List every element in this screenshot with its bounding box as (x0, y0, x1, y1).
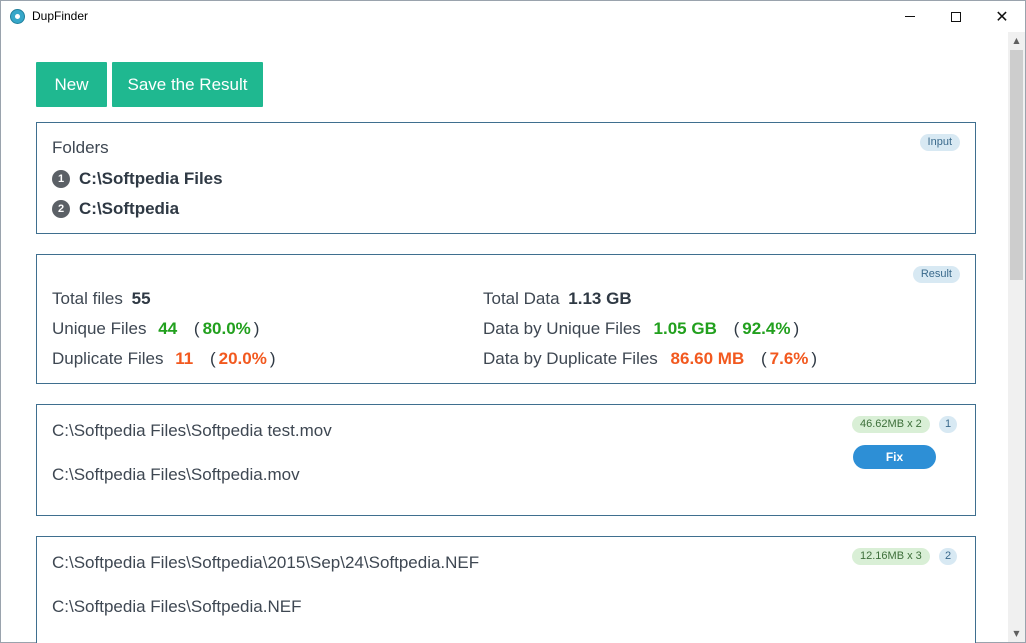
paren-open: ( (209, 349, 216, 368)
unique-data-value: 1.05 GB (653, 319, 717, 338)
size-badge: 46.62MB x 2 (852, 416, 930, 433)
folder-path: C:\Softpedia Files (79, 169, 223, 188)
folder-number-badge: 2 (52, 200, 70, 218)
paren-close: ) (269, 349, 276, 368)
vertical-scrollbar[interactable]: ▲ ▼ (1008, 32, 1025, 642)
app-logo-icon (10, 9, 25, 24)
group-count-badge: 1 (939, 416, 958, 433)
minimize-button[interactable] (887, 1, 933, 32)
folders-heading: Folders (52, 138, 109, 157)
duplicate-file-path[interactable]: C:\Softpedia Files\Softpedia test.mov (52, 421, 332, 441)
fix-button[interactable]: Fix (853, 445, 936, 469)
title-bar[interactable]: DupFinder ✕ (1, 1, 1025, 32)
duplicate-files-label: Duplicate Files (52, 349, 164, 368)
scroll-down-arrow-icon[interactable]: ▼ (1008, 625, 1025, 642)
duplicate-data-label: Data by Duplicate Files (483, 349, 658, 368)
folder-path: C:\Softpedia (79, 199, 180, 218)
duplicate-group: 46.62MB x 2 1 C:\Softpedia Files\Softped… (36, 404, 976, 516)
input-panel: Input Folders 1 C:\Softpedia Files 2 C:\… (36, 122, 976, 234)
total-files-stat: Total files 55 (52, 289, 151, 309)
unique-data-label: Data by Unique Files (483, 319, 641, 338)
duplicate-file-path[interactable]: C:\Softpedia Files\Softpedia.mov (52, 465, 300, 485)
result-tag-badge: Result (912, 266, 960, 283)
paren-close: ) (811, 349, 818, 368)
size-badge: 12.16MB x 3 (852, 548, 930, 565)
paren-open: ( (193, 319, 200, 338)
duplicate-file-path[interactable]: C:\Softpedia Files\Softpedia\2015\Sep\24… (52, 553, 479, 573)
minimize-icon (905, 16, 915, 17)
unique-files-value: 44 (158, 319, 178, 338)
total-data-label: Total Data (483, 289, 560, 308)
duplicate-files-value: 11 (175, 349, 194, 368)
paren-open: ( (760, 349, 767, 368)
total-files-value: 55 (131, 289, 151, 308)
maximize-icon (951, 11, 961, 22)
input-tag-badge: Input (919, 134, 960, 151)
scrollbar-thumb[interactable] (1010, 50, 1023, 280)
unique-data-stat: Data by Unique Files 1.05 GB (92.4%) (483, 319, 799, 339)
save-result-button[interactable]: Save the Result (112, 62, 263, 107)
duplicate-data-pct: 7.6% (769, 349, 809, 368)
close-icon: ✕ (995, 6, 1009, 26)
app-window: DupFinder ✕ New Save the Result Input Fo… (0, 0, 1026, 643)
group-count-badge: 2 (939, 548, 958, 565)
unique-files-label: Unique Files (52, 319, 147, 338)
maximize-button[interactable] (933, 1, 979, 32)
total-data-stat: Total Data 1.13 GB (483, 289, 632, 309)
duplicate-files-stat: Duplicate Files 11 (20.0%) (52, 349, 276, 369)
new-button[interactable]: New (36, 62, 107, 107)
duplicate-files-pct: 20.0% (218, 349, 267, 368)
close-button[interactable]: ✕ (979, 1, 1025, 32)
folder-item: 1 C:\Softpedia Files (52, 169, 223, 189)
folder-item: 2 C:\Softpedia (52, 199, 179, 219)
duplicate-data-value: 86.60 MB (670, 349, 745, 368)
unique-data-pct: 92.4% (742, 319, 791, 338)
folder-number-badge: 1 (52, 170, 70, 188)
paren-close: ) (253, 319, 260, 338)
duplicate-data-stat: Data by Duplicate Files 86.60 MB (7.6%) (483, 349, 817, 369)
total-data-value: 1.13 GB (568, 289, 632, 308)
paren-close: ) (793, 319, 800, 338)
window-title: DupFinder (32, 9, 89, 23)
unique-files-stat: Unique Files 44 (80.0%) (52, 319, 259, 339)
duplicate-file-path[interactable]: C:\Softpedia Files\Softpedia.NEF (52, 597, 301, 617)
unique-files-pct: 80.0% (202, 319, 251, 338)
scroll-up-arrow-icon[interactable]: ▲ (1008, 32, 1025, 49)
paren-open: ( (733, 319, 740, 338)
duplicate-group: 12.16MB x 3 2 C:\Softpedia Files\Softped… (36, 536, 976, 643)
result-panel: Result Total files 55 Unique Files 44 (8… (36, 254, 976, 384)
total-files-label: Total files (52, 289, 123, 308)
